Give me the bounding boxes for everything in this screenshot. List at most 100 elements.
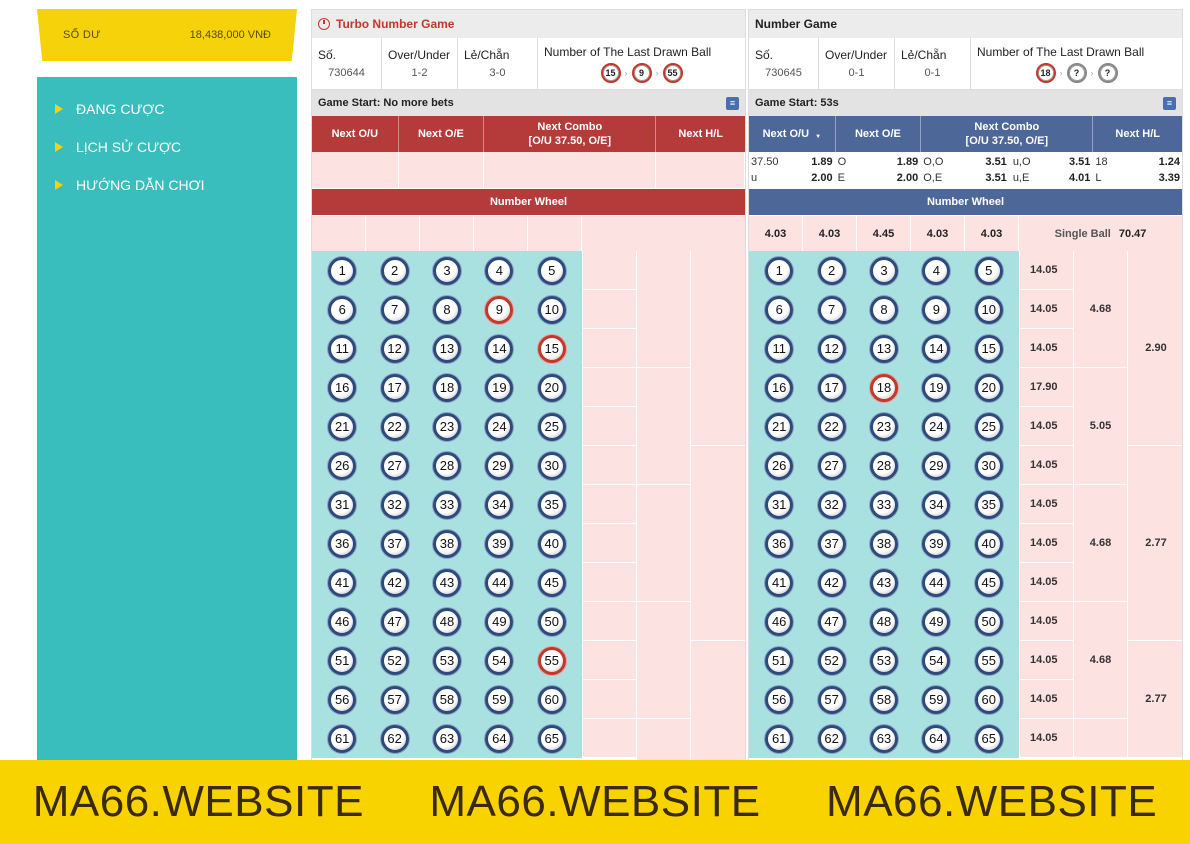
number-ball[interactable]: 23: [432, 412, 461, 441]
row-odds-cell[interactable]: 14.05: [1019, 251, 1073, 290]
half-odds-cell[interactable]: 2.77: [1127, 446, 1182, 641]
nav-item-huong-dan-choi[interactable]: HƯỚNG DẪN CHƠI: [37, 166, 297, 204]
number-ball[interactable]: 14: [485, 334, 514, 363]
number-ball[interactable]: 22: [817, 412, 846, 441]
number-ball[interactable]: 54: [485, 646, 514, 675]
group-odds-cell[interactable]: [1073, 719, 1127, 758]
number-ball[interactable]: 24: [485, 412, 514, 441]
number-ball[interactable]: 21: [765, 412, 794, 441]
number-ball[interactable]: 10: [537, 295, 566, 324]
number-ball[interactable]: 1: [328, 256, 357, 285]
odds-cell[interactable]: [398, 152, 485, 188]
number-ball[interactable]: 37: [380, 529, 409, 558]
number-ball[interactable]: 39: [485, 529, 514, 558]
wheel-odds-cell[interactable]: 4.03: [911, 216, 965, 252]
single-ball-cell[interactable]: [582, 216, 745, 252]
number-ball[interactable]: 42: [817, 568, 846, 597]
odds-cell[interactable]: [312, 152, 399, 188]
wheel-odds-cell[interactable]: [528, 216, 582, 252]
number-ball[interactable]: 50: [974, 607, 1003, 636]
number-ball[interactable]: 40: [974, 529, 1003, 558]
number-ball[interactable]: 61: [765, 724, 794, 753]
row-odds-cell[interactable]: 14.05: [1019, 563, 1073, 602]
row-odds-cell[interactable]: 14.05: [1019, 407, 1073, 446]
number-ball[interactable]: 9: [485, 295, 514, 324]
wheel-odds-cell[interactable]: [312, 216, 366, 252]
number-ball[interactable]: 34: [922, 490, 951, 519]
row-odds-cell[interactable]: [582, 563, 636, 602]
odds-cell-ou[interactable]: 37.50 1.89 u 2.00: [749, 152, 836, 188]
number-ball[interactable]: 13: [869, 334, 898, 363]
number-ball[interactable]: 45: [537, 568, 566, 597]
number-ball[interactable]: 25: [537, 412, 566, 441]
number-ball[interactable]: 52: [817, 646, 846, 675]
number-ball[interactable]: 11: [765, 334, 794, 363]
number-ball[interactable]: 46: [765, 607, 794, 636]
number-ball[interactable]: 40: [537, 529, 566, 558]
number-ball[interactable]: 64: [922, 724, 951, 753]
number-ball[interactable]: 51: [765, 646, 794, 675]
half-odds-cell[interactable]: 2.90: [1127, 251, 1182, 446]
wheel-odds-cell[interactable]: [366, 216, 420, 252]
row-odds-cell[interactable]: [582, 407, 636, 446]
number-ball[interactable]: 60: [974, 685, 1003, 714]
number-ball[interactable]: 35: [974, 490, 1003, 519]
odds-cell-oe[interactable]: O 1.89 E 2.00: [835, 152, 922, 188]
number-ball[interactable]: 24: [922, 412, 951, 441]
row-odds-cell[interactable]: 14.05: [1019, 524, 1073, 563]
nav-item-dang-cuoc[interactable]: ĐANG CƯỢC: [37, 90, 297, 128]
number-ball[interactable]: 42: [380, 568, 409, 597]
number-ball[interactable]: 51: [328, 646, 357, 675]
number-ball[interactable]: 36: [765, 529, 794, 558]
number-ball[interactable]: 9: [922, 295, 951, 324]
wheel-odds-cell[interactable]: 4.45: [857, 216, 911, 252]
number-ball[interactable]: 16: [765, 373, 794, 402]
number-ball[interactable]: 38: [869, 529, 898, 558]
row-odds-cell[interactable]: [582, 368, 636, 407]
wheel-odds-cell[interactable]: 4.03: [749, 216, 803, 252]
row-odds-cell[interactable]: 14.05: [1019, 290, 1073, 329]
row-odds-cell[interactable]: 14.05: [1019, 602, 1073, 641]
number-ball[interactable]: 29: [922, 451, 951, 480]
receipt-icon[interactable]: ≡: [1163, 96, 1176, 110]
number-ball[interactable]: 19: [485, 373, 514, 402]
number-ball[interactable]: 21: [328, 412, 357, 441]
number-ball[interactable]: 43: [869, 568, 898, 597]
receipt-icon[interactable]: ≡: [726, 96, 739, 110]
number-ball[interactable]: 59: [922, 685, 951, 714]
number-ball[interactable]: 7: [380, 295, 409, 324]
row-odds-cell[interactable]: [582, 602, 636, 641]
number-ball[interactable]: 63: [869, 724, 898, 753]
number-ball[interactable]: 56: [328, 685, 357, 714]
number-ball[interactable]: 47: [817, 607, 846, 636]
number-ball[interactable]: 31: [765, 490, 794, 519]
number-ball[interactable]: 23: [869, 412, 898, 441]
row-odds-cell[interactable]: 14.05: [1019, 641, 1073, 680]
half-odds-cell[interactable]: 2.77: [1127, 641, 1182, 758]
half-odds-cell[interactable]: [690, 641, 745, 768]
number-ball[interactable]: 60: [537, 685, 566, 714]
number-ball[interactable]: 17: [817, 373, 846, 402]
wheel-odds-cell[interactable]: 4.03: [965, 216, 1019, 252]
row-odds-cell[interactable]: 14.05: [1019, 719, 1073, 758]
number-ball[interactable]: 32: [380, 490, 409, 519]
number-ball[interactable]: 2: [817, 256, 846, 285]
number-ball[interactable]: 38: [432, 529, 461, 558]
row-odds-cell[interactable]: [582, 680, 636, 719]
number-ball[interactable]: 25: [974, 412, 1003, 441]
single-ball-cell[interactable]: Single Ball 70.47: [1019, 216, 1182, 252]
number-ball[interactable]: 45: [974, 568, 1003, 597]
number-ball[interactable]: 34: [485, 490, 514, 519]
sort-icon[interactable]: ▼: [815, 130, 821, 144]
number-ball[interactable]: 10: [974, 295, 1003, 324]
number-ball[interactable]: 49: [922, 607, 951, 636]
number-ball[interactable]: 8: [869, 295, 898, 324]
number-ball[interactable]: 5: [974, 256, 1003, 285]
group-odds-cell[interactable]: 5.05: [1073, 368, 1127, 485]
row-odds-cell[interactable]: [582, 641, 636, 680]
number-ball[interactable]: 47: [380, 607, 409, 636]
number-ball[interactable]: 46: [328, 607, 357, 636]
number-ball[interactable]: 48: [432, 607, 461, 636]
number-ball[interactable]: 33: [432, 490, 461, 519]
number-ball[interactable]: 3: [432, 256, 461, 285]
